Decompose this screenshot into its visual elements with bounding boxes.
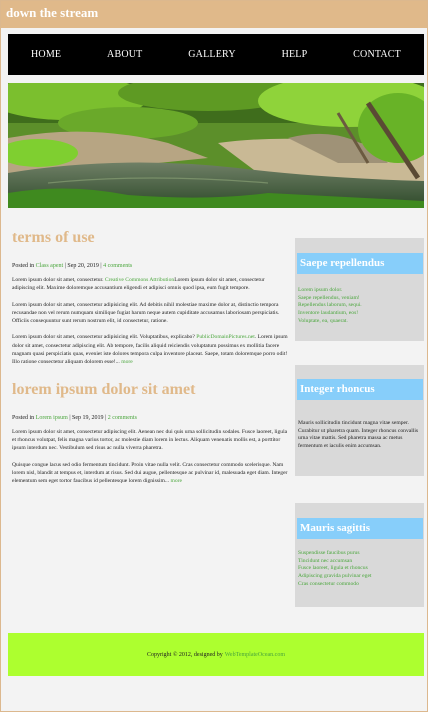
nav-help[interactable]: HELP xyxy=(282,49,308,60)
post-title[interactable]: lorem ipsum dolor sit amet xyxy=(12,381,288,399)
post-date: | Sep 20, 2019 | xyxy=(64,263,102,269)
widget-link-list: Suspendisse faucibus purus Tincidunt nec… xyxy=(298,550,420,589)
widget-link[interactable]: Repellendus laborum, sequi. xyxy=(298,302,420,310)
copyright-text: Copyright © 2012, designed by xyxy=(147,651,223,658)
post-meta: Posted in Lorem ipsum | Sep 19, 2019 | 2… xyxy=(12,415,288,421)
source-link[interactable]: PublicDomainPictures.net xyxy=(196,334,255,340)
stream-landscape-illustration xyxy=(8,83,424,208)
category-link[interactable]: Class apent xyxy=(36,263,64,269)
widget-link[interactable]: Suspendisse faucibus purus xyxy=(298,550,420,558)
top-bar: down the stream xyxy=(1,1,427,28)
hero-stream-image xyxy=(8,83,424,208)
nav-contact[interactable]: CONTACT xyxy=(353,49,401,60)
footer: Copyright © 2012, designed by WebTemplat… xyxy=(8,633,424,676)
post-paragraph: Lorem ipsum dolor sit amet, consectetur.… xyxy=(12,276,288,293)
post-paragraph: Lorem ipsum dolor sit amet, consectetur … xyxy=(12,301,280,325)
main-content: terms of use Posted in Class apent | Sep… xyxy=(12,229,288,493)
nav-about[interactable]: ABOUT xyxy=(107,49,142,60)
widget-text: Mauris sollicitudin tincidunt magna vita… xyxy=(298,420,419,450)
paragraph-text: Lorem ipsum dolor sit amet, consectetur … xyxy=(12,334,195,341)
page-frame: down the stream HOME ABOUT GALLERY HELP … xyxy=(0,0,428,712)
post-paragraph: Lorem ipsum dolor sit amet, consectetur … xyxy=(12,428,288,452)
widget-link[interactable]: Cras consectetur commodo xyxy=(298,581,420,589)
comments-link[interactable]: 2 comments xyxy=(108,415,137,421)
widget-title: Saepe repellendus xyxy=(297,253,423,274)
post-date: | Sep 19, 2019 | xyxy=(69,414,107,421)
nav-gallery[interactable]: GALLERY xyxy=(188,49,236,60)
main-nav: HOME ABOUT GALLERY HELP CONTACT xyxy=(8,34,424,75)
post-paragraph: Lorem ipsum dolor sit amet, consectetur … xyxy=(12,333,288,366)
meta-prefix: Posted in xyxy=(12,263,35,269)
paragraph-text: Lorem ipsum dolor sit amet, consectetur. xyxy=(12,277,104,283)
designer-link[interactable]: WebTemplateOcean.com xyxy=(225,652,285,658)
widget-link[interactable]: Inventore laudantium, eos! xyxy=(298,310,420,318)
widget-link[interactable]: Adipiscing gravida pulvinar eget xyxy=(298,573,420,581)
meta-prefix: Posted in xyxy=(12,414,35,421)
widget-link-list: Lorem ipsum dolor. Saepe repellendus, ve… xyxy=(298,287,420,326)
attribution-link[interactable]: Creative Commons Attribution xyxy=(105,277,174,283)
paragraph-text: Quisque congue lacus sed odio fermentum … xyxy=(12,461,288,485)
widget-link[interactable]: Fusce laoreet, ligula et rhoncus xyxy=(298,565,420,573)
site-title: down the stream xyxy=(6,5,99,20)
post-paragraph: Quisque congue lacus sed odio fermentum … xyxy=(12,461,288,486)
widget-link[interactable]: Voluptate, ea, quaerat. xyxy=(298,318,420,326)
widget-link[interactable]: Tincidunt nec accumsan xyxy=(298,558,420,566)
widget-link[interactable]: Lorem ipsum dolor. xyxy=(298,287,420,295)
read-more-link[interactable]: more xyxy=(121,359,133,365)
widget-title: Mauris sagittis xyxy=(297,518,423,539)
read-more-link[interactable]: more xyxy=(170,478,182,484)
post-meta: Posted in Class apent | Sep 20, 2019 | 4… xyxy=(12,263,288,269)
nav-home[interactable]: HOME xyxy=(31,49,61,60)
widget-title: Integer rhoncus xyxy=(297,379,423,400)
post-title[interactable]: terms of use xyxy=(12,229,288,247)
widget-link[interactable]: Saepe repellendus, veniam! xyxy=(298,295,420,303)
category-link[interactable]: Lorem ipsum xyxy=(36,415,68,421)
comments-link[interactable]: 4 comments xyxy=(103,263,132,269)
